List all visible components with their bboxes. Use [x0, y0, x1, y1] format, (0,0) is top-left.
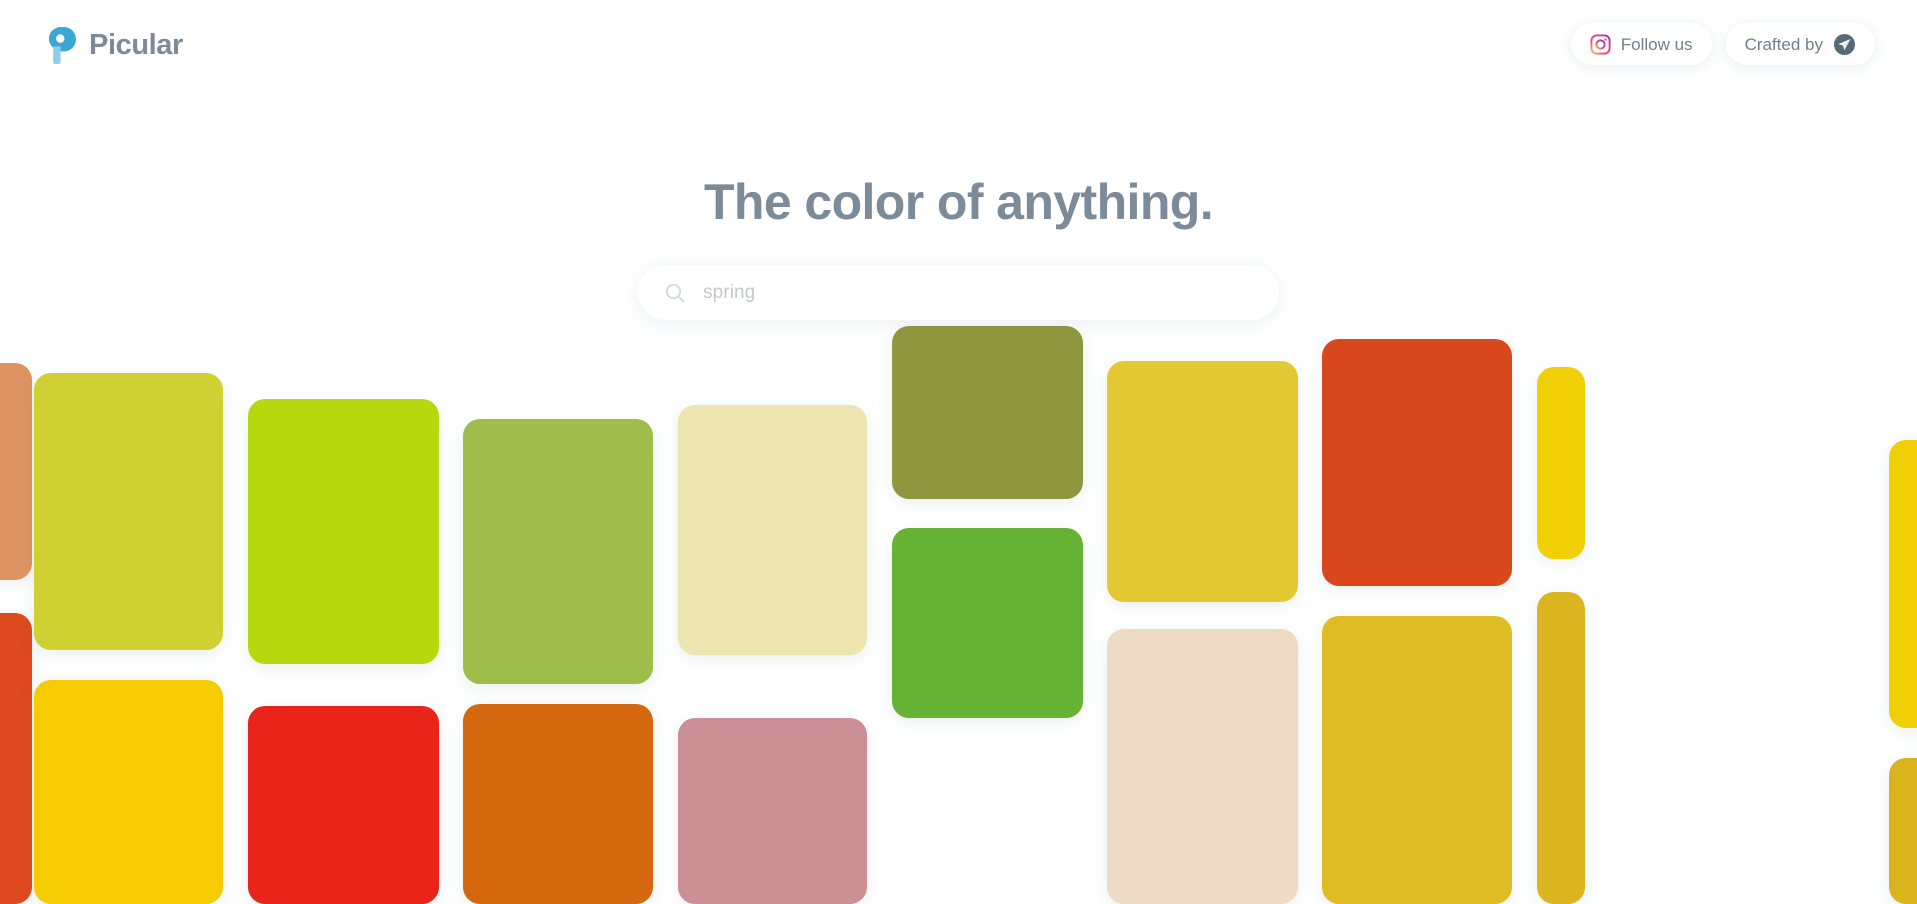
page-title: The color of anything. — [703, 174, 1214, 230]
header-actions: Follow us Crafted by — [1570, 23, 1875, 65]
swatch-golden[interactable] — [34, 680, 223, 904]
swatch-rust[interactable] — [1322, 339, 1512, 586]
swatch-yellow-edge[interactable] — [1889, 440, 1917, 728]
follow-us-label: Follow us — [1620, 34, 1693, 54]
follow-us-button[interactable]: Follow us — [1570, 23, 1712, 65]
color-swatch-grid — [0, 0, 1917, 904]
crafted-by-label: Crafted by — [1744, 34, 1823, 54]
crafted-by-button[interactable]: Crafted by — [1725, 23, 1875, 65]
brand-logo[interactable]: Picular — [48, 25, 183, 65]
picular-droplet-logo-icon — [48, 25, 78, 65]
instagram-icon — [1590, 33, 1611, 55]
swatch-amber-partial[interactable] — [1537, 592, 1585, 904]
swatch-olive-light[interactable] — [463, 419, 653, 684]
swatch-orange[interactable] — [463, 704, 653, 904]
swatch-gold[interactable] — [1107, 361, 1298, 602]
swatch-amber-edge[interactable] — [1889, 758, 1917, 904]
swatch-dusty-rose[interactable] — [678, 718, 867, 904]
site-header: Picular Follow us Crafted by — [0, 0, 1917, 105]
swatch-red[interactable] — [248, 706, 439, 904]
search-bar[interactable]: spring — [638, 265, 1279, 320]
picular-page: Picular Follow us Crafted by The color o… — [0, 0, 1917, 904]
swatch-yellow-partial[interactable] — [1537, 367, 1585, 559]
brand-name: Picular — [89, 28, 183, 61]
swatch-green[interactable] — [892, 528, 1083, 718]
swatch-beige[interactable] — [1107, 629, 1298, 904]
paper-plane-icon — [1833, 33, 1856, 56]
swatch-lime[interactable] — [248, 399, 439, 664]
swatch-redorange-partial[interactable] — [0, 613, 32, 904]
search-input[interactable]: spring — [703, 283, 755, 302]
search-icon — [664, 282, 686, 304]
swatch-cream[interactable] — [678, 405, 867, 655]
swatch-yellowgreen[interactable] — [34, 373, 223, 650]
swatch-olive-dark[interactable] — [892, 326, 1083, 499]
swatch-gold-dark[interactable] — [1322, 616, 1512, 904]
swatch-tan-partial[interactable] — [0, 363, 32, 580]
